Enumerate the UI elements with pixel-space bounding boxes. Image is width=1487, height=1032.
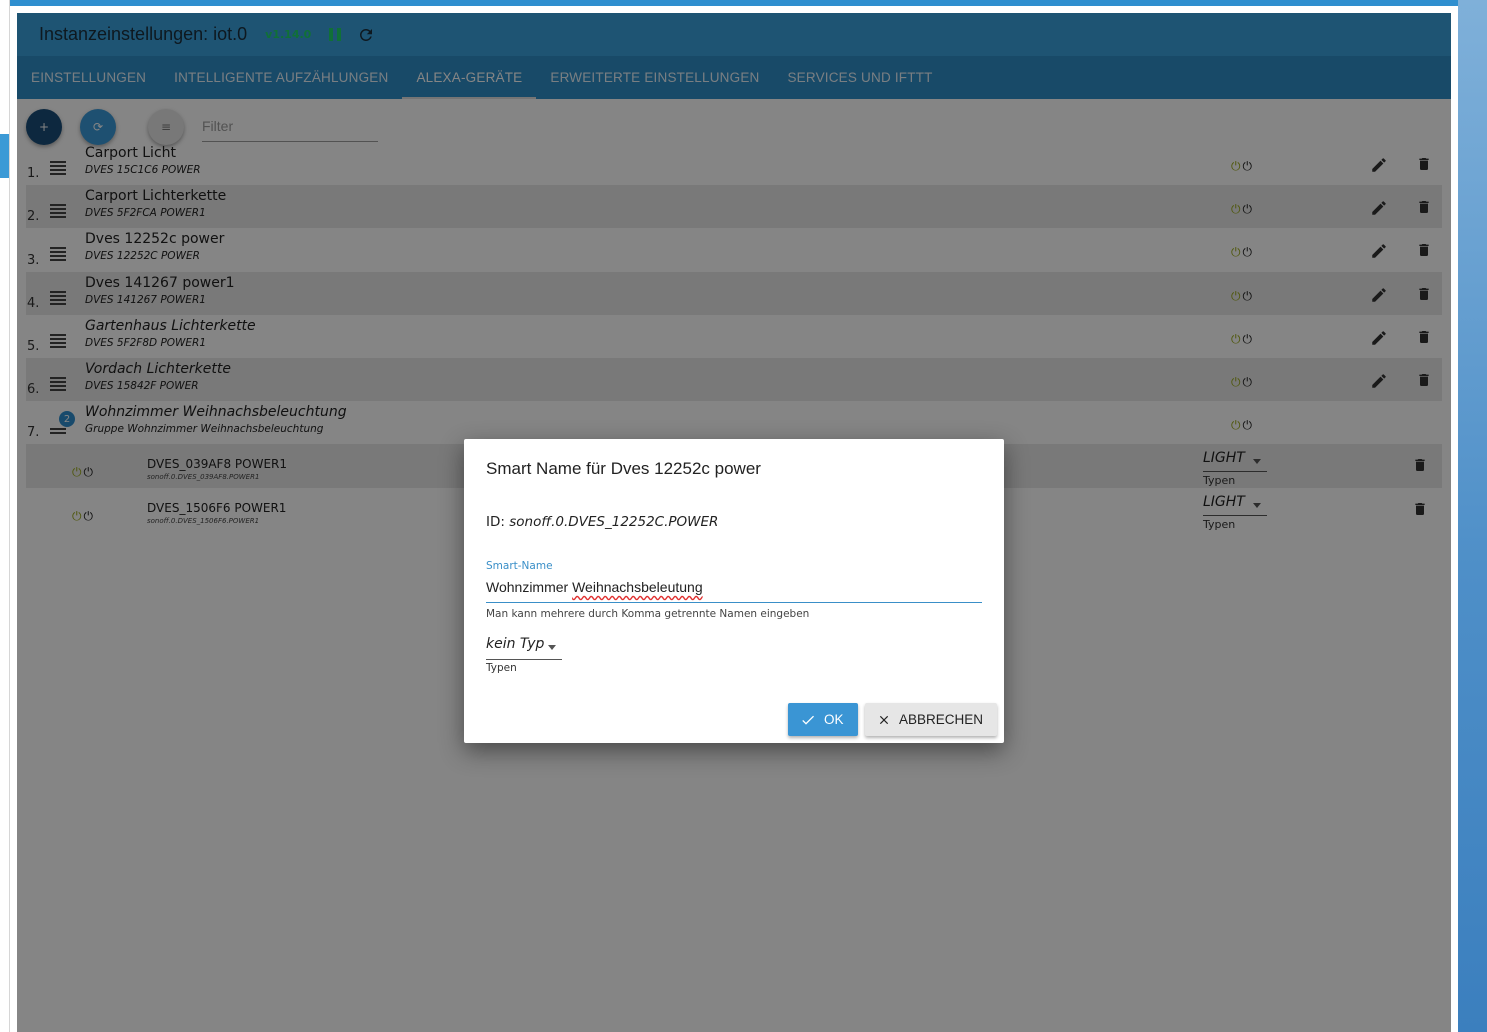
check-icon (802, 715, 814, 725)
smart-name-input[interactable]: Wohnzimmer Weihnachsbeleutung (486, 579, 982, 603)
desktop-background (1458, 0, 1487, 1032)
dialog-title: Smart Name für Dves 12252c power (486, 459, 761, 478)
browser-top-bar (0, 0, 1458, 6)
dialog-type-value: kein Typ (486, 636, 545, 652)
close-icon (879, 715, 889, 724)
dialog-type-select[interactable]: kein Typ (486, 636, 562, 660)
smart-name-misspelled-word: Weihnachsbeleutung (572, 579, 703, 595)
ok-button[interactable]: OK (788, 703, 858, 736)
smart-name-label: Smart-Name (486, 560, 553, 572)
cancel-button[interactable]: ABBRECHEN (865, 703, 997, 736)
chevron-down-icon (548, 645, 556, 650)
smart-name-dialog: Smart Name für Dves 12252c power ID: son… (464, 439, 1004, 743)
smart-name-helper-text: Man kann mehrere durch Komma getrennte N… (486, 608, 810, 620)
left-sidebar-active-marker (0, 134, 9, 178)
cancel-button-label: ABBRECHEN (899, 712, 984, 727)
dialog-id-label: ID: (486, 514, 505, 530)
dialog-id: ID: sonoff.0.DVES_12252C.POWER (486, 514, 718, 530)
dialog-type-helper-text: Typen (486, 662, 517, 674)
dialog-id-value: sonoff.0.DVES_12252C.POWER (509, 514, 719, 530)
ok-button-label: OK (824, 712, 844, 727)
smart-name-word: Wohnzimmer (486, 579, 569, 595)
